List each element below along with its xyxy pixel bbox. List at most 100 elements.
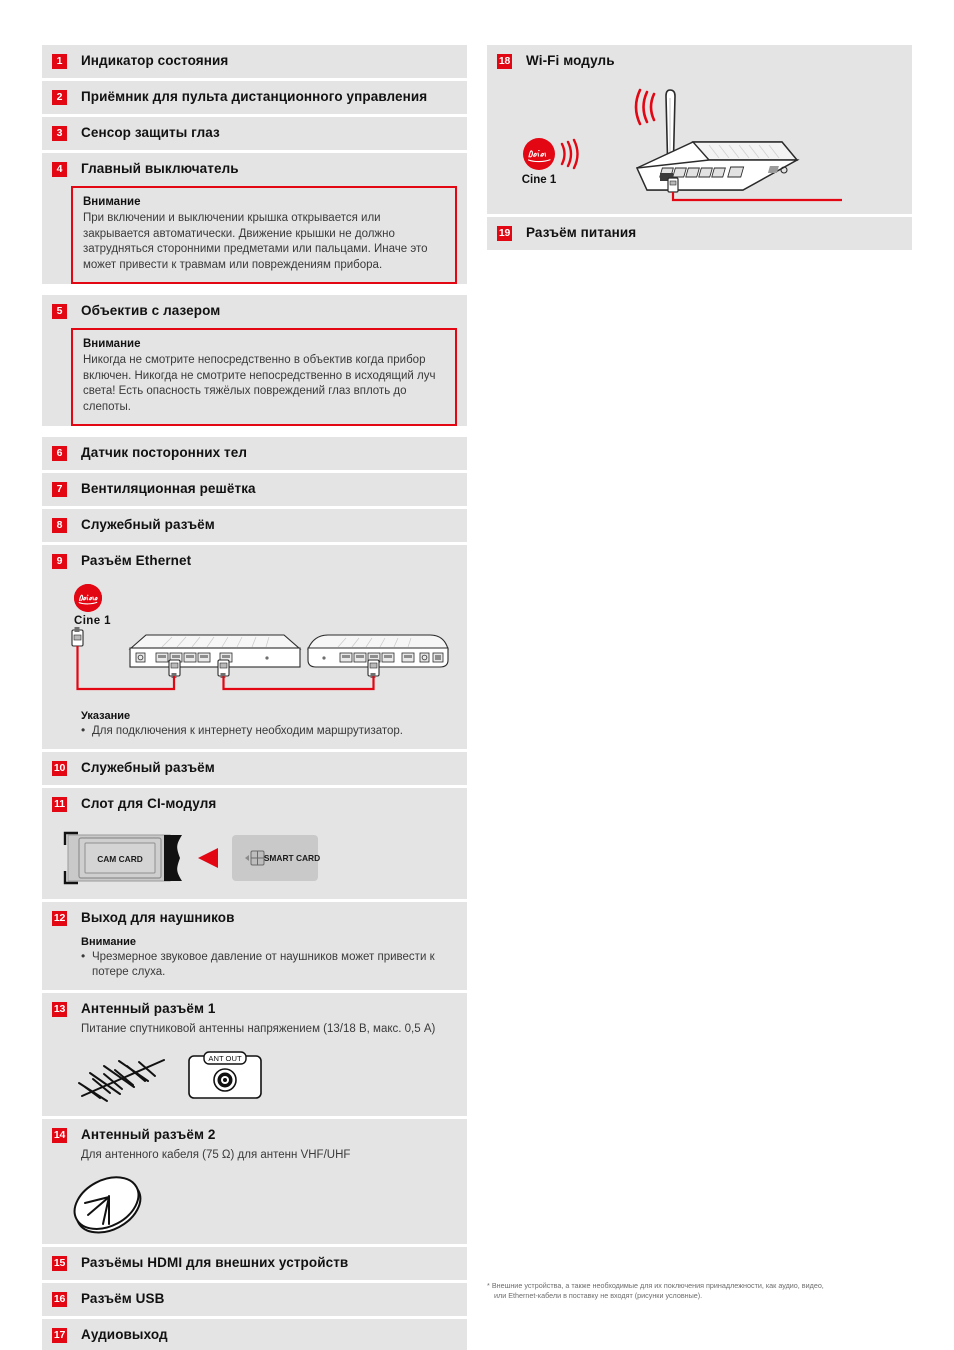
rj45-plug-router xyxy=(367,659,380,678)
antenna-out-diagram: ANT OUT xyxy=(78,1051,262,1102)
item-header: 4 Главный выключатель xyxy=(42,153,467,186)
ant-out-label: ANT OUT xyxy=(208,1054,242,1063)
warning-box-laser-lens: Внимание Никогда не смотрите непосредств… xyxy=(71,328,457,426)
list-item: 5 Объектив с лазером Внимание Никогда не… xyxy=(42,295,467,426)
item-number-badge: 11 xyxy=(52,797,67,812)
ant-out-port-icon: ANT OUT xyxy=(188,1051,262,1099)
insertion-arrow-icon xyxy=(198,848,218,868)
item-label: Объектив с лазером xyxy=(81,303,221,318)
list-item: 4 Главный выключатель Внимание При включ… xyxy=(42,153,467,284)
warning-title: Внимание xyxy=(83,196,141,208)
list-item: 12 Выход для наушников Внимание Чрезмерн… xyxy=(42,902,467,990)
item-number-badge: 15 xyxy=(52,1256,67,1271)
warning-box-main-switch: Внимание При включении и выключении крыш… xyxy=(71,186,457,284)
list-item: 7 Вентиляционная решётка xyxy=(42,473,467,506)
item-label: Приёмник для пульта дистанционного управ… xyxy=(81,89,428,104)
item-label: Служебный разъём xyxy=(81,760,215,775)
item-label: Разъём USB xyxy=(81,1291,165,1306)
footnote: * Внешние устройства, а также необходимы… xyxy=(487,1281,912,1301)
wifi-diagram: Cine 1 xyxy=(522,88,842,202)
ethernet-connection-figure: Cine 1 xyxy=(42,578,467,707)
item-header: 19 Разъём питания xyxy=(487,217,912,250)
list-item: 16 Разъём USB xyxy=(42,1283,467,1316)
note-bullet: Для подключения к интернету необходим ма… xyxy=(81,723,457,739)
list-item: 10 Служебный разъём xyxy=(42,752,467,785)
cam-card: CAM CARD xyxy=(63,831,182,885)
list-item: 9 Разъём Ethernet Cine 1 Указание • Для … xyxy=(42,545,467,749)
item-number-badge: 17 xyxy=(52,1328,67,1343)
rj45-plug-device-b xyxy=(217,659,230,678)
item-number-badge: 4 xyxy=(52,162,67,177)
item-number-badge: 19 xyxy=(497,226,512,241)
right-column: 18 Wi-Fi модуль Cine 1 19 Разъём питания xyxy=(487,45,912,253)
item-number-badge: 10 xyxy=(52,761,67,776)
list-item: 13 Антенный разъём 1 Питание спутниковой… xyxy=(42,993,467,1116)
list-item: 1 Индикатор состояния xyxy=(42,45,467,78)
warning-body: При включении и выключении крышка открыв… xyxy=(83,212,428,271)
item-header: 17 Аудиовыход xyxy=(42,1319,467,1350)
item-header: 1 Индикатор состояния xyxy=(42,45,467,78)
leica-logo-icon xyxy=(523,138,555,170)
item-label: Антенный разъём 1 xyxy=(81,1001,216,1016)
smart-card: SMART CARD xyxy=(232,835,320,881)
list-item: 2 Приёмник для пульта дистанционного упр… xyxy=(42,81,467,114)
item-header: 7 Вентиляционная решётка xyxy=(42,473,467,506)
router-signal-icon xyxy=(634,88,656,126)
left-column: 1 Индикатор состояния 2 Приёмник для пул… xyxy=(42,45,467,1350)
item-number-badge: 16 xyxy=(52,1292,67,1307)
item-label: Главный выключатель xyxy=(81,161,239,176)
satellite-dish-figure xyxy=(42,1172,467,1244)
antenna-1-description: Питание спутниковой антенны напряжением … xyxy=(81,1023,436,1035)
footnote-text-1: Внешние устройства, а также необходимые … xyxy=(491,1281,824,1290)
manual-page: 1 Индикатор состояния 2 Приёмник для пул… xyxy=(0,0,954,1350)
item-number-badge: 3 xyxy=(52,126,67,141)
leica-logo-icon xyxy=(74,584,102,612)
footnote-marker: * xyxy=(487,1281,490,1290)
item-header: 15 Разъёмы HDMI для внешних устройств xyxy=(42,1247,467,1280)
item-label: Разъёмы HDMI для внешних устройств xyxy=(81,1255,349,1270)
footnote-line-2: или Ethernet-кабели в поставку не входят… xyxy=(494,1291,703,1300)
cine1-device-rear xyxy=(128,634,302,668)
item-header: 8 Служебный разъём xyxy=(42,509,467,542)
antenna-2-description: Для антенного кабеля (75 Ω) для антенн V… xyxy=(81,1149,351,1161)
item-number-badge: 18 xyxy=(497,54,512,69)
item-number-badge: 9 xyxy=(52,554,67,569)
item-header: 18 Wi-Fi модуль xyxy=(487,45,912,78)
item-label: Служебный разъём xyxy=(81,517,215,532)
headphone-warning-note: Внимание Чрезмерное звуковое давление от… xyxy=(42,935,467,990)
item-number-badge: 8 xyxy=(52,518,67,533)
item-label: Аудиовыход xyxy=(81,1327,168,1342)
list-item: 18 Wi-Fi модуль Cine 1 xyxy=(487,45,912,214)
item-header: 10 Служебный разъём xyxy=(42,752,467,785)
item-number-badge: 7 xyxy=(52,482,67,497)
list-item: 19 Разъём питания xyxy=(487,217,912,250)
warning-title: Внимание xyxy=(83,338,141,350)
note-bullet-list: Чрезмерное звуковое давление от наушнико… xyxy=(81,949,457,980)
item-label: Индикатор состояния xyxy=(81,53,229,68)
list-item: 8 Служебный разъём xyxy=(42,509,467,542)
item-label: Датчик посторонних тел xyxy=(81,445,248,460)
item-header: 11 Слот для CI-модуля xyxy=(42,788,467,821)
list-item: 6 Датчик посторонних тел xyxy=(42,437,467,470)
item-header: 9 Разъём Ethernet xyxy=(42,545,467,578)
item-header: 12 Выход для наушников xyxy=(42,902,467,935)
item-number-badge: 2 xyxy=(52,90,67,105)
footnote-line-1: * Внешние устройства, а также необходимы… xyxy=(487,1281,912,1291)
note-bullet: Чрезмерное звуковое давление от наушнико… xyxy=(81,949,457,980)
list-item: 11 Слот для CI-модуля CAM CARD SMART CAR… xyxy=(42,788,467,899)
device-name-label: Cine 1 xyxy=(74,615,111,627)
wifi-module-figure: Cine 1 xyxy=(487,78,912,214)
device-name-label: Cine 1 xyxy=(522,174,557,186)
note-title: Указание xyxy=(81,710,131,722)
ethernet-note: Указание Для подключения к интернету нео… xyxy=(42,707,467,749)
item-number-badge: 6 xyxy=(52,446,67,461)
rj45-plug-left xyxy=(71,627,84,647)
item-number-badge: 14 xyxy=(52,1128,67,1143)
item-number-badge: 1 xyxy=(52,54,67,69)
item-header: 2 Приёмник для пульта дистанционного упр… xyxy=(42,81,467,114)
smart-card-label: SMART CARD xyxy=(264,853,320,863)
note-bullet-list: Для подключения к интернету необходим ма… xyxy=(81,723,457,739)
satellite-dish-icon xyxy=(73,1176,142,1234)
yagi-antenna-icon xyxy=(78,1059,165,1102)
item-number-badge: 5 xyxy=(52,304,67,319)
